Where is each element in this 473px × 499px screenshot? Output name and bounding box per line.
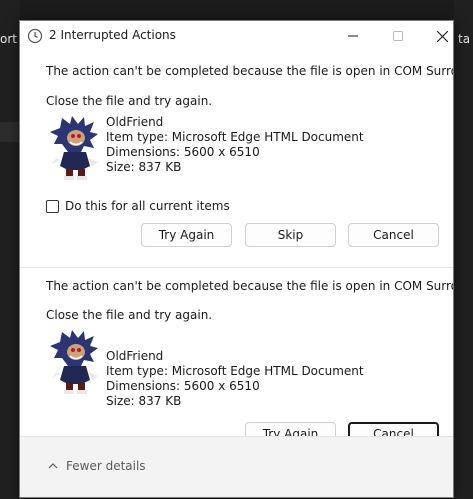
- file-thumbnail: [48, 328, 102, 394]
- apply-to-all-checkbox-row[interactable]: Do this for all current items: [46, 199, 230, 213]
- title-bar[interactable]: 2 Interrupted Actions: [20, 21, 453, 51]
- file-dimensions: Dimensions: 5600 x 6510: [106, 145, 260, 159]
- background-selection-strip: [0, 122, 20, 142]
- file-thumbnail: [48, 114, 102, 180]
- background-right-text: ta: [458, 32, 471, 46]
- file-dimensions: Dimensions: 5600 x 6510: [106, 379, 260, 393]
- maximize-button: [375, 21, 421, 51]
- interrupted-item-2: The action can't be completed because th…: [20, 268, 454, 446]
- chevron-up-icon: [48, 463, 58, 469]
- cancel-button[interactable]: Cancel: [348, 223, 439, 247]
- background-app-top: [0, 0, 473, 22]
- fewer-details-toggle[interactable]: Fewer details: [48, 459, 146, 473]
- file-name: OldFriend: [106, 349, 164, 363]
- apply-to-all-checkbox[interactable]: [46, 199, 59, 213]
- skip-button[interactable]: Skip: [245, 223, 336, 247]
- error-message: The action can't be completed because th…: [46, 279, 454, 293]
- file-details: OldFriend Item type: Microsoft Edge HTML…: [106, 349, 364, 409]
- file-details: OldFriend Item type: Microsoft Edge HTML…: [106, 115, 364, 175]
- background-left-text: ort: [0, 32, 17, 46]
- instruction-text: Close the file and try again.: [46, 94, 213, 108]
- close-icon: [436, 30, 448, 42]
- fewer-details-label: Fewer details: [66, 459, 146, 473]
- interrupted-actions-dialog: 2 Interrupted Actions The action can't b…: [19, 20, 454, 498]
- background-app-right: ta: [454, 0, 473, 499]
- maximize-icon: [393, 31, 403, 41]
- file-item-type: Item type: Microsoft Edge HTML Document: [106, 130, 364, 144]
- file-size: Size: 837 KB: [106, 394, 182, 408]
- error-message: The action can't be completed because th…: [46, 64, 454, 78]
- background-app-left: ort: [0, 0, 20, 499]
- clock-icon: [27, 28, 43, 44]
- apply-to-all-label: Do this for all current items: [65, 199, 230, 213]
- dialog-title: 2 Interrupted Actions: [49, 28, 176, 42]
- dialog-footer: Fewer details: [20, 436, 453, 497]
- minimize-icon: [348, 35, 358, 37]
- file-item-type: Item type: Microsoft Edge HTML Document: [106, 364, 364, 378]
- try-again-button[interactable]: Try Again: [141, 223, 232, 247]
- minimize-button[interactable]: [330, 21, 376, 51]
- instruction-text: Close the file and try again.: [46, 308, 213, 322]
- close-button[interactable]: [419, 21, 453, 51]
- file-name: OldFriend: [106, 115, 164, 129]
- interrupted-item-1: The action can't be completed because th…: [20, 52, 453, 267]
- file-size: Size: 837 KB: [106, 160, 182, 174]
